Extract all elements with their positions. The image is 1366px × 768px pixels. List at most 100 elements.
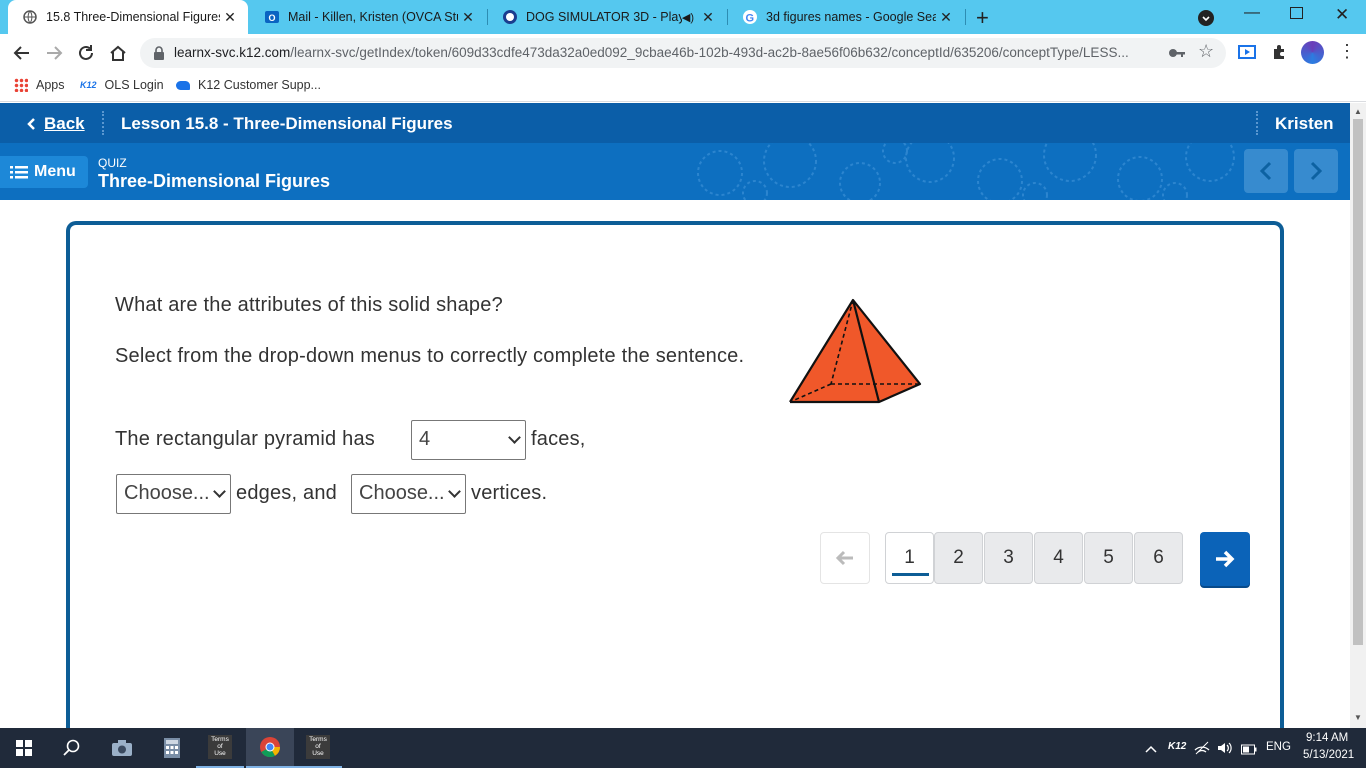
restore-icon[interactable] — [1290, 7, 1303, 19]
tab-title: Mail - Killen, Kristen (OVCA Stude — [288, 10, 458, 24]
back-link[interactable]: Back — [26, 114, 85, 134]
page-number: 1 — [904, 547, 915, 568]
clock-date[interactable]: 5/13/2021 — [1303, 749, 1354, 761]
minimize-icon[interactable]: — — [1244, 4, 1260, 22]
apps-grid-icon — [14, 78, 28, 92]
divider — [102, 111, 104, 135]
tab-title: 3d figures names - Google Searc — [766, 10, 936, 24]
bookmark-k12-support[interactable]: K12 Customer Supp... — [176, 78, 321, 92]
scroll-thumb[interactable] — [1353, 119, 1363, 645]
new-tab-icon[interactable]: + — [976, 5, 989, 31]
search-icon[interactable] — [48, 728, 96, 768]
scroll-up-icon[interactable]: ▲ — [1354, 107, 1362, 116]
tab-mail[interactable]: O Mail - Killen, Kristen (OVCA Stude ✕ — [250, 0, 486, 34]
terms-app-text: Terms — [211, 736, 229, 743]
outlook-icon: O — [264, 9, 280, 25]
faces-select[interactable]: 4 — [411, 420, 526, 460]
terms-app-text: of — [217, 743, 223, 750]
vertices-suffix: vertices. — [471, 482, 548, 504]
speaker-muted-icon[interactable]: ◀) — [682, 11, 694, 24]
url-host: learnx-svc.k12.com — [174, 45, 291, 60]
prev-question-button[interactable] — [820, 532, 870, 584]
reload-icon[interactable] — [75, 42, 97, 64]
page-button-4[interactable]: 4 — [1034, 532, 1083, 584]
chrome-icon — [260, 737, 281, 758]
url-text[interactable]: learnx-svc.k12.com/learnx-svc/getIndex/t… — [174, 45, 1164, 60]
page-button-3[interactable]: 3 — [984, 532, 1033, 584]
bookmark-ols-login[interactable]: K12 OLS Login — [80, 78, 164, 92]
network-icon[interactable] — [1194, 740, 1210, 761]
volume-icon[interactable] — [1216, 740, 1232, 761]
next-question-button[interactable] — [1200, 532, 1250, 586]
profile-avatar[interactable] — [1301, 41, 1324, 64]
terms-of-use-app-1[interactable]: Terms of Use — [196, 728, 244, 768]
vertices-select-value: Choose... — [359, 482, 445, 504]
menu-button[interactable]: Menu — [0, 156, 88, 188]
sentence-start: The rectangular pyramid has — [115, 428, 375, 450]
terms-of-use-app-2[interactable]: Terms of Use — [294, 728, 342, 768]
question-prompt: What are the attributes of this solid sh… — [115, 294, 503, 316]
page-scrollbar[interactable]: ▲ ▼ — [1350, 103, 1366, 728]
prev-activity-button[interactable] — [1244, 149, 1288, 193]
chevron-left-icon — [27, 118, 35, 130]
tab-dog-simulator[interactable]: DOG SIMULATOR 3D - Play D ◀) ✕ — [488, 0, 726, 34]
close-icon[interactable]: ✕ — [698, 9, 718, 26]
rectangular-pyramid-figure — [789, 298, 922, 404]
tab-title: 15.8 Three-Dimensional Figures — [46, 10, 220, 24]
google-icon: G — [742, 9, 758, 25]
window-close-icon[interactable]: ✕ — [1335, 5, 1349, 25]
current-page-indicator — [892, 573, 929, 576]
chevron-up-icon[interactable] — [1145, 741, 1157, 759]
kebab-menu-icon[interactable]: ⋮ — [1338, 41, 1356, 62]
page-button-2[interactable]: 2 — [934, 532, 983, 584]
page-button-1[interactable]: 1 — [885, 532, 934, 584]
page-button-6[interactable]: 6 — [1134, 532, 1183, 584]
edges-select[interactable]: Choose... — [116, 474, 231, 514]
scroll-down-icon[interactable]: ▼ — [1354, 713, 1362, 722]
bookmark-label: OLS Login — [104, 78, 164, 92]
tab-lesson[interactable]: 15.8 Three-Dimensional Figures ✕ — [8, 0, 248, 34]
faces-suffix: faces, — [531, 428, 586, 450]
tab-search-icon[interactable] — [1198, 10, 1214, 26]
camera-icon[interactable] — [98, 728, 146, 768]
user-name[interactable]: Kristen — [1275, 114, 1334, 134]
circle-logo-icon — [502, 9, 518, 25]
tab-google-search[interactable]: G 3d figures names - Google Searc ✕ — [728, 0, 964, 34]
quiz-header: Menu QUIZ Three-Dimensional Figures — [0, 143, 1350, 200]
terms-app-text: Terms — [309, 736, 327, 743]
page-number: 4 — [1053, 547, 1064, 568]
close-icon[interactable]: ✕ — [458, 9, 478, 26]
chevron-down-icon — [448, 485, 461, 498]
chrome-app[interactable] — [246, 728, 294, 768]
clock-time[interactable]: 9:14 AM — [1306, 732, 1348, 744]
battery-icon[interactable] — [1241, 742, 1257, 760]
quiz-label: QUIZ — [98, 156, 127, 170]
extensions-icon[interactable] — [1271, 43, 1289, 66]
home-icon[interactable] — [107, 42, 129, 64]
address-bar[interactable]: learnx-svc.k12.com/learnx-svc/getIndex/t… — [140, 38, 1226, 68]
terms-app-text: Use — [214, 750, 226, 757]
close-icon[interactable]: ✕ — [936, 9, 956, 26]
page-number: 6 — [1153, 547, 1164, 568]
windows-start-icon[interactable] — [0, 728, 48, 768]
k12-tray-icon[interactable]: K12 — [1168, 741, 1186, 752]
edges-select-value: Choose... — [124, 482, 210, 504]
bookmark-apps[interactable]: Apps — [14, 78, 65, 92]
k12-logo-icon: K12 — [80, 80, 97, 90]
forward-arrow-icon[interactable] — [43, 42, 65, 64]
chevron-down-icon — [213, 485, 226, 498]
cast-icon[interactable] — [1238, 44, 1256, 65]
vertices-select[interactable]: Choose... — [351, 474, 466, 514]
chevron-down-icon — [508, 431, 521, 444]
lock-icon[interactable] — [153, 46, 165, 65]
close-icon[interactable]: ✕ — [220, 9, 240, 26]
arrow-right-icon — [1216, 550, 1235, 568]
calculator-icon[interactable] — [148, 728, 196, 768]
key-icon[interactable] — [1168, 45, 1186, 66]
back-arrow-icon[interactable] — [11, 42, 33, 64]
star-icon[interactable]: ☆ — [1198, 41, 1214, 62]
tab-strip: 15.8 Three-Dimensional Figures ✕ O Mail … — [0, 0, 1366, 34]
language-indicator[interactable]: ENG — [1266, 741, 1291, 753]
page-button-5[interactable]: 5 — [1084, 532, 1133, 584]
next-activity-button[interactable] — [1294, 149, 1338, 193]
